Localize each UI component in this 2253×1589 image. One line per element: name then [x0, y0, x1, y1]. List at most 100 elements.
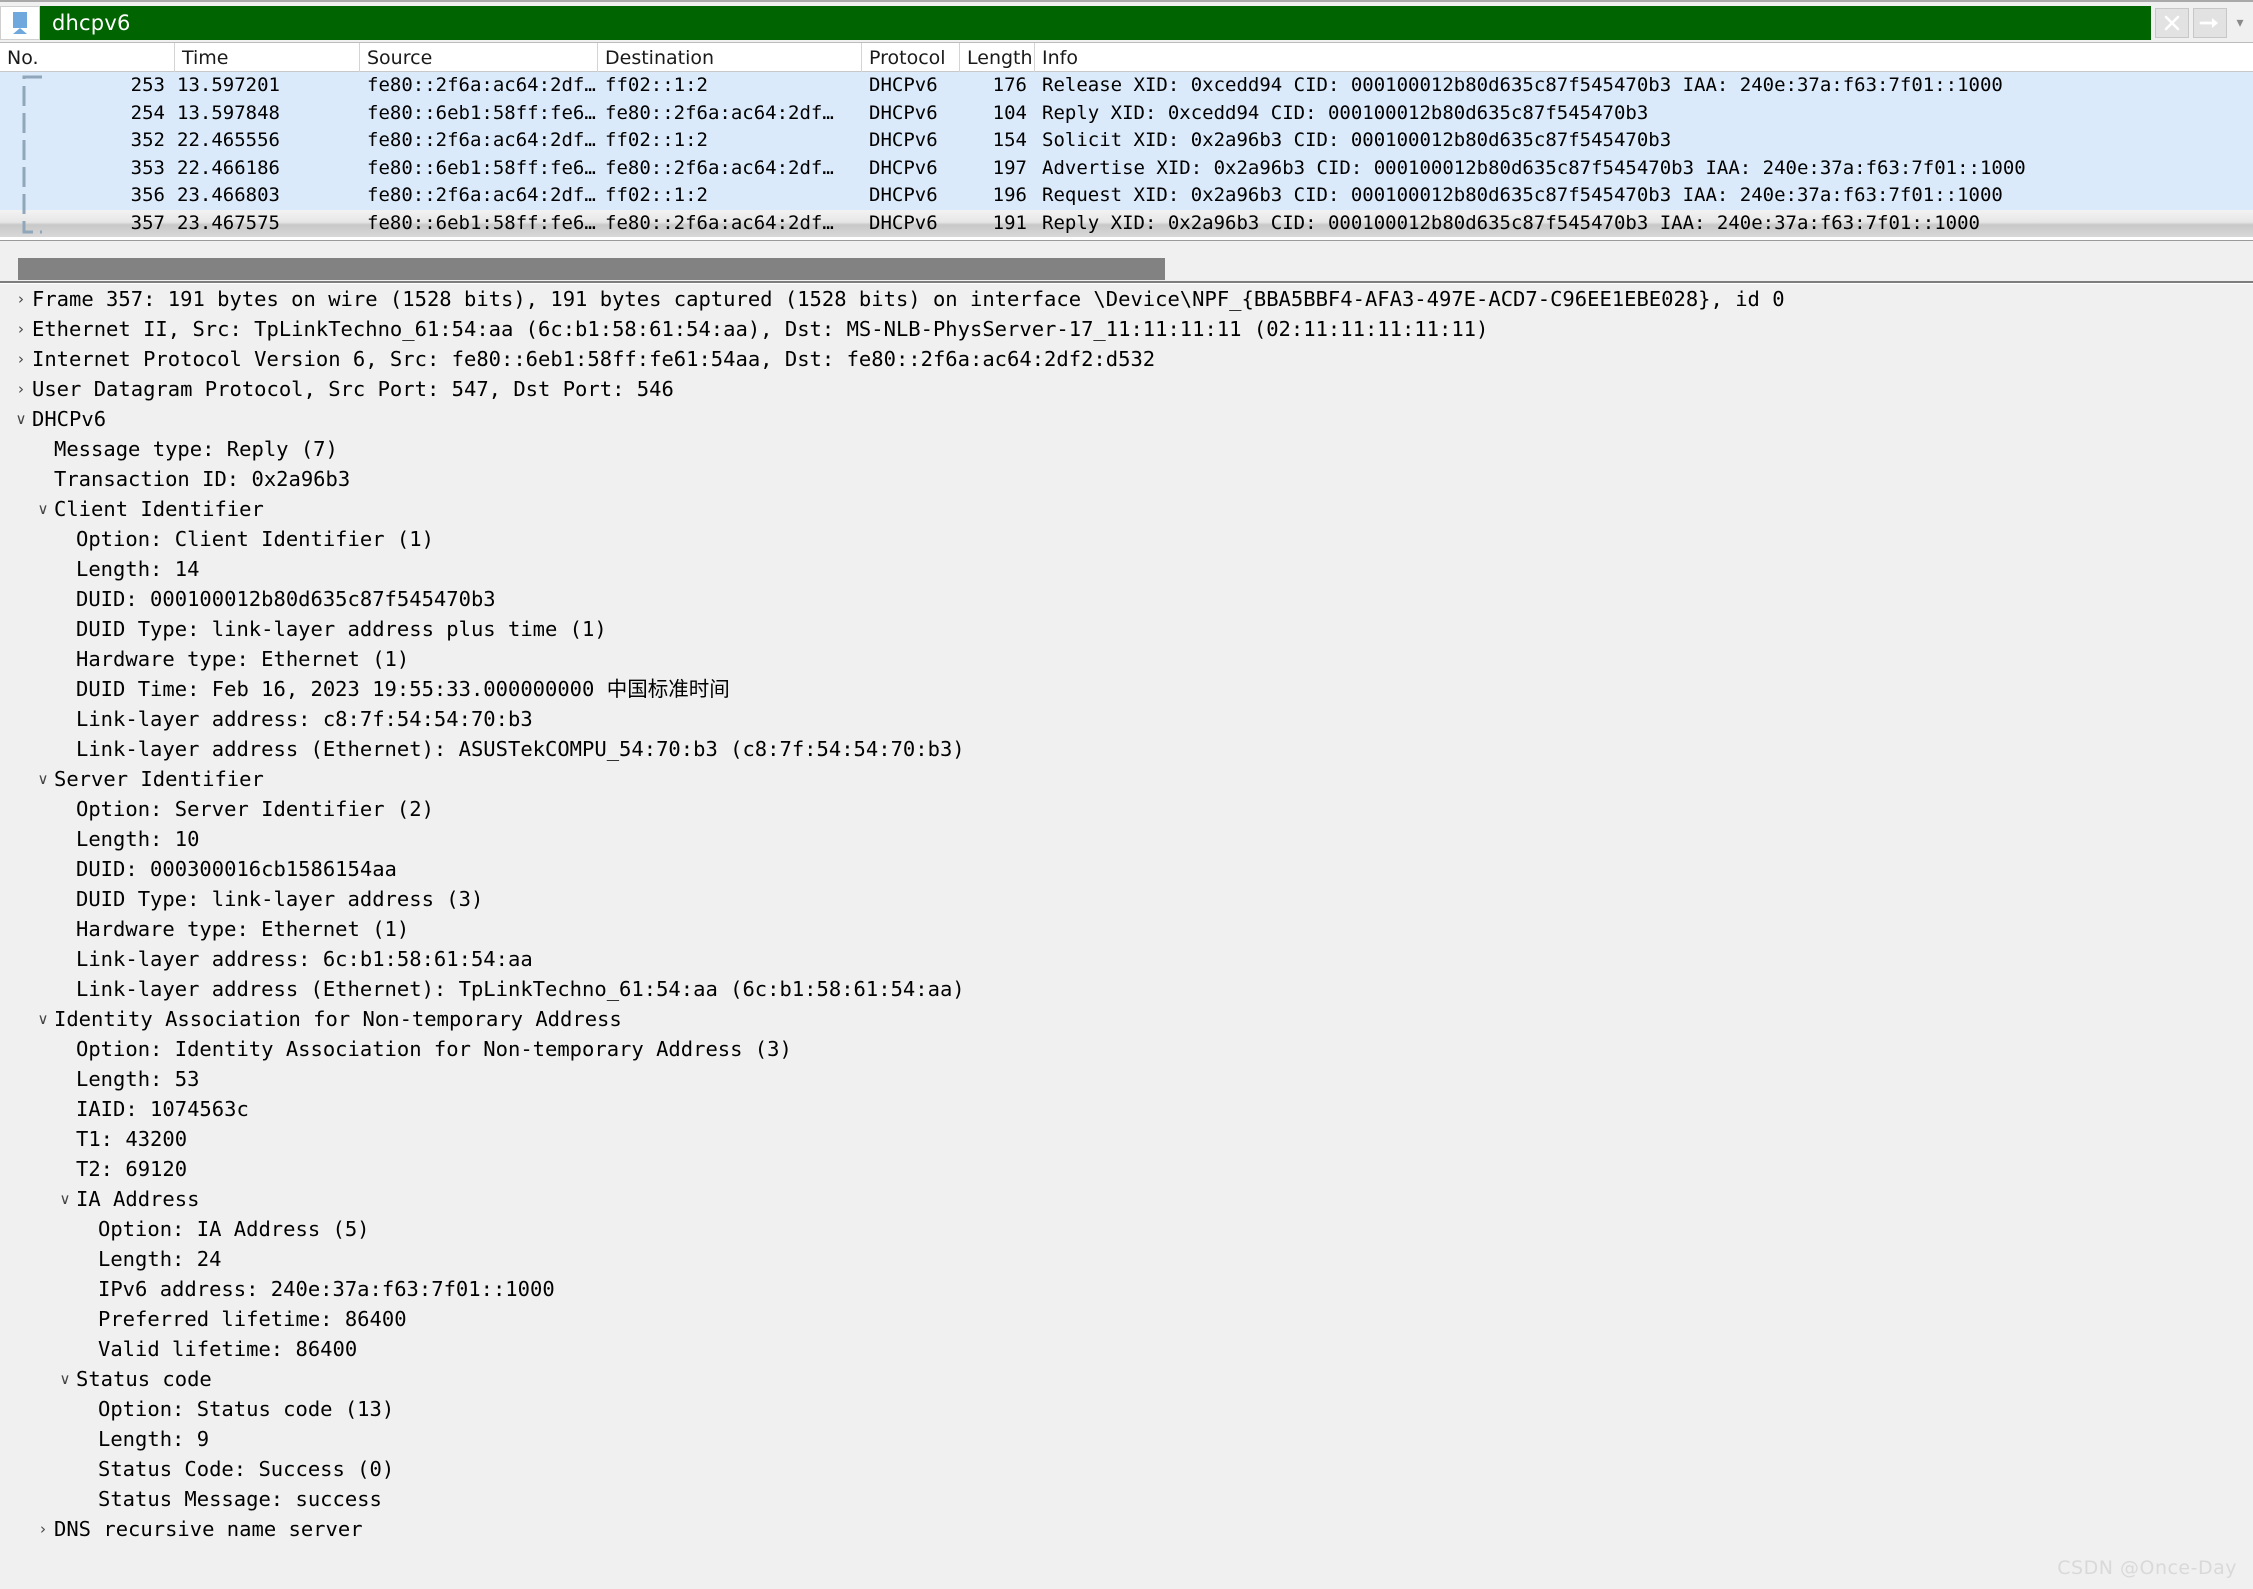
- detail-tree-row[interactable]: ·Link-layer address (Ethernet): ASUSTekC…: [0, 734, 2253, 764]
- detail-tree-label: Internet Protocol Version 6, Src: fe80::…: [32, 344, 1155, 374]
- horizontal-scrollbar-thumb[interactable]: [18, 258, 1165, 280]
- column-header-info[interactable]: Info: [1035, 43, 2253, 72]
- detail-tree-row[interactable]: ·Status Code: Success (0): [0, 1454, 2253, 1484]
- detail-tree-row[interactable]: ›User Datagram Protocol, Src Port: 547, …: [0, 374, 2253, 404]
- forward-arrow-icon[interactable]: [2193, 8, 2227, 38]
- chevron-right-icon[interactable]: ›: [10, 314, 32, 344]
- column-header-length[interactable]: Length: [960, 43, 1035, 72]
- detail-tree-row[interactable]: ·Status Message: success: [0, 1484, 2253, 1514]
- detail-tree-label: DUID: 000300016cb1586154aa: [76, 854, 397, 884]
- detail-tree-row[interactable]: ·DUID Time: Feb 16, 2023 19:55:33.000000…: [0, 674, 2253, 704]
- window-title-bar: dhcpv6 ▾: [0, 0, 2253, 42]
- detail-tree-row[interactable]: ·Length: 24: [0, 1244, 2253, 1274]
- column-header-time[interactable]: Time: [175, 43, 360, 72]
- detail-tree-row[interactable]: ·Link-layer address: 6c:b1:58:61:54:aa: [0, 944, 2253, 974]
- detail-tree-row[interactable]: ·Length: 9: [0, 1424, 2253, 1454]
- horizontal-scrollbar-track[interactable]: [0, 249, 2253, 273]
- detail-tree-row[interactable]: ∨DHCPv6: [0, 404, 2253, 434]
- detail-tree-row[interactable]: ∨Identity Association for Non-temporary …: [0, 1004, 2253, 1034]
- chevron-right-icon[interactable]: ›: [10, 284, 32, 314]
- detail-tree-row[interactable]: ·DUID: 000300016cb1586154aa: [0, 854, 2253, 884]
- detail-tree-row[interactable]: ›Internet Protocol Version 6, Src: fe80:…: [0, 344, 2253, 374]
- detail-tree-row[interactable]: ·Transaction ID: 0x2a96b3: [0, 464, 2253, 494]
- detail-tree-row[interactable]: ·Option: Server Identifier (2): [0, 794, 2253, 824]
- column-header-destination[interactable]: Destination: [598, 43, 862, 72]
- detail-tree-label: DNS recursive name server: [54, 1514, 363, 1544]
- detail-tree-row[interactable]: ·Hardware type: Ethernet (1): [0, 914, 2253, 944]
- tree-leaf-spacer: ·: [32, 464, 54, 494]
- detail-tree-row[interactable]: ›Ethernet II, Src: TpLinkTechno_61:54:aa…: [0, 314, 2253, 344]
- detail-tree-row[interactable]: ·Length: 14: [0, 554, 2253, 584]
- chevron-down-icon[interactable]: ∨: [54, 1184, 76, 1214]
- detail-tree-label: Option: Server Identifier (2): [76, 794, 434, 824]
- detail-tree-row[interactable]: ·IAID: 1074563c: [0, 1094, 2253, 1124]
- packet-cell-src: fe80::2f6a:ac64:2df…: [360, 72, 598, 100]
- chevron-down-icon[interactable]: ▾: [2227, 6, 2253, 40]
- detail-tree-row[interactable]: ·Option: IA Address (5): [0, 1214, 2253, 1244]
- chevron-right-icon[interactable]: ›: [10, 374, 32, 404]
- capture-file-tab[interactable]: dhcpv6: [40, 6, 2151, 40]
- packet-row[interactable]: 25313.597201fe80::2f6a:ac64:2df…ff02::1:…: [0, 72, 2253, 100]
- detail-tree-label: DHCPv6: [32, 404, 106, 434]
- detail-tree-label: Option: Status code (13): [98, 1394, 394, 1424]
- detail-tree-row[interactable]: ·Preferred lifetime: 86400: [0, 1304, 2253, 1334]
- detail-tree-row[interactable]: ·Option: Status code (13): [0, 1394, 2253, 1424]
- detail-tree-row[interactable]: ∨Server Identifier: [0, 764, 2253, 794]
- chevron-down-icon[interactable]: ∨: [10, 404, 32, 434]
- column-header-source[interactable]: Source: [360, 43, 598, 72]
- chevron-right-icon[interactable]: ›: [32, 1514, 54, 1544]
- tree-leaf-spacer: ·: [54, 914, 76, 944]
- pane-divider[interactable]: [0, 281, 2253, 283]
- packet-cell-time: 22.466186: [175, 155, 360, 183]
- detail-tree-row[interactable]: ·Hardware type: Ethernet (1): [0, 644, 2253, 674]
- detail-tree-row[interactable]: ∨Status code: [0, 1364, 2253, 1394]
- column-header-no[interactable]: No.: [0, 43, 175, 72]
- detail-tree-row[interactable]: ·Option: Identity Association for Non-te…: [0, 1034, 2253, 1064]
- detail-tree-row[interactable]: ·Option: Client Identifier (1): [0, 524, 2253, 554]
- detail-tree-row[interactable]: ·DUID Type: link-layer address plus time…: [0, 614, 2253, 644]
- chevron-down-icon[interactable]: ∨: [32, 494, 54, 524]
- packet-list-pane[interactable]: No. Time Source Destination Protocol Len…: [0, 42, 2253, 240]
- detail-tree-row[interactable]: ·T2: 69120: [0, 1154, 2253, 1184]
- detail-tree-row[interactable]: ·DUID: 000100012b80d635c87f545470b3: [0, 584, 2253, 614]
- detail-tree-row[interactable]: ›DNS recursive name server: [0, 1514, 2253, 1544]
- packet-cell-info: Advertise XID: 0x2a96b3 CID: 000100012b8…: [1035, 155, 2253, 183]
- packet-list-hscroll-area[interactable]: [0, 240, 2253, 282]
- column-header-protocol[interactable]: Protocol: [862, 43, 960, 72]
- detail-tree-row[interactable]: ·Link-layer address (Ethernet): TpLinkTe…: [0, 974, 2253, 1004]
- packet-cell-len: 104: [960, 100, 1035, 128]
- detail-tree-row[interactable]: ·Message type: Reply (7): [0, 434, 2253, 464]
- packet-row[interactable]: 35222.465556fe80::2f6a:ac64:2df…ff02::1:…: [0, 127, 2253, 155]
- detail-tree-label: IPv6 address: 240e:37a:f63:7f01::1000: [98, 1274, 555, 1304]
- detail-tree-row[interactable]: ›Frame 357: 191 bytes on wire (1528 bits…: [0, 284, 2253, 314]
- tree-leaf-spacer: ·: [54, 614, 76, 644]
- close-icon[interactable]: [2155, 8, 2189, 38]
- chevron-down-icon[interactable]: ∨: [54, 1364, 76, 1394]
- detail-tree-row[interactable]: ·DUID Type: link-layer address (3): [0, 884, 2253, 914]
- chevron-down-icon[interactable]: ∨: [32, 1004, 54, 1034]
- packet-cell-no: 253: [0, 72, 175, 100]
- detail-tree-row[interactable]: ·IPv6 address: 240e:37a:f63:7f01::1000: [0, 1274, 2253, 1304]
- tree-leaf-spacer: ·: [76, 1304, 98, 1334]
- packet-cell-dst: ff02::1:2: [598, 72, 862, 100]
- tree-leaf-spacer: ·: [76, 1484, 98, 1514]
- detail-tree-row[interactable]: ∨IA Address: [0, 1184, 2253, 1214]
- detail-tree-label: Option: Identity Association for Non-tem…: [76, 1034, 792, 1064]
- packet-row[interactable]: 35322.466186fe80::6eb1:58ff:fe6…fe80::2f…: [0, 155, 2253, 183]
- detail-tree-row[interactable]: ·Link-layer address: c8:7f:54:54:70:b3: [0, 704, 2253, 734]
- detail-tree-row[interactable]: ∨Client Identifier: [0, 494, 2253, 524]
- detail-tree-label: Preferred lifetime: 86400: [98, 1304, 407, 1334]
- detail-tree-row[interactable]: ·T1: 43200: [0, 1124, 2253, 1154]
- chevron-down-icon[interactable]: ∨: [32, 764, 54, 794]
- detail-tree-row[interactable]: ·Length: 10: [0, 824, 2253, 854]
- packet-cell-time: 23.466803: [175, 182, 360, 210]
- packet-details-pane[interactable]: ›Frame 357: 191 bytes on wire (1528 bits…: [0, 284, 2253, 1589]
- detail-tree-row[interactable]: ·Valid lifetime: 86400: [0, 1334, 2253, 1364]
- packet-cell-no: 352: [0, 127, 175, 155]
- packet-row[interactable]: 35623.466803fe80::2f6a:ac64:2df…ff02::1:…: [0, 182, 2253, 210]
- capture-file-tab-icon[interactable]: [0, 6, 40, 40]
- detail-tree-row[interactable]: ·Length: 53: [0, 1064, 2253, 1094]
- packet-row[interactable]: 35723.467575fe80::6eb1:58ff:fe6…fe80::2f…: [0, 210, 2253, 238]
- packet-row[interactable]: 25413.597848fe80::6eb1:58ff:fe6…fe80::2f…: [0, 100, 2253, 128]
- chevron-right-icon[interactable]: ›: [10, 344, 32, 374]
